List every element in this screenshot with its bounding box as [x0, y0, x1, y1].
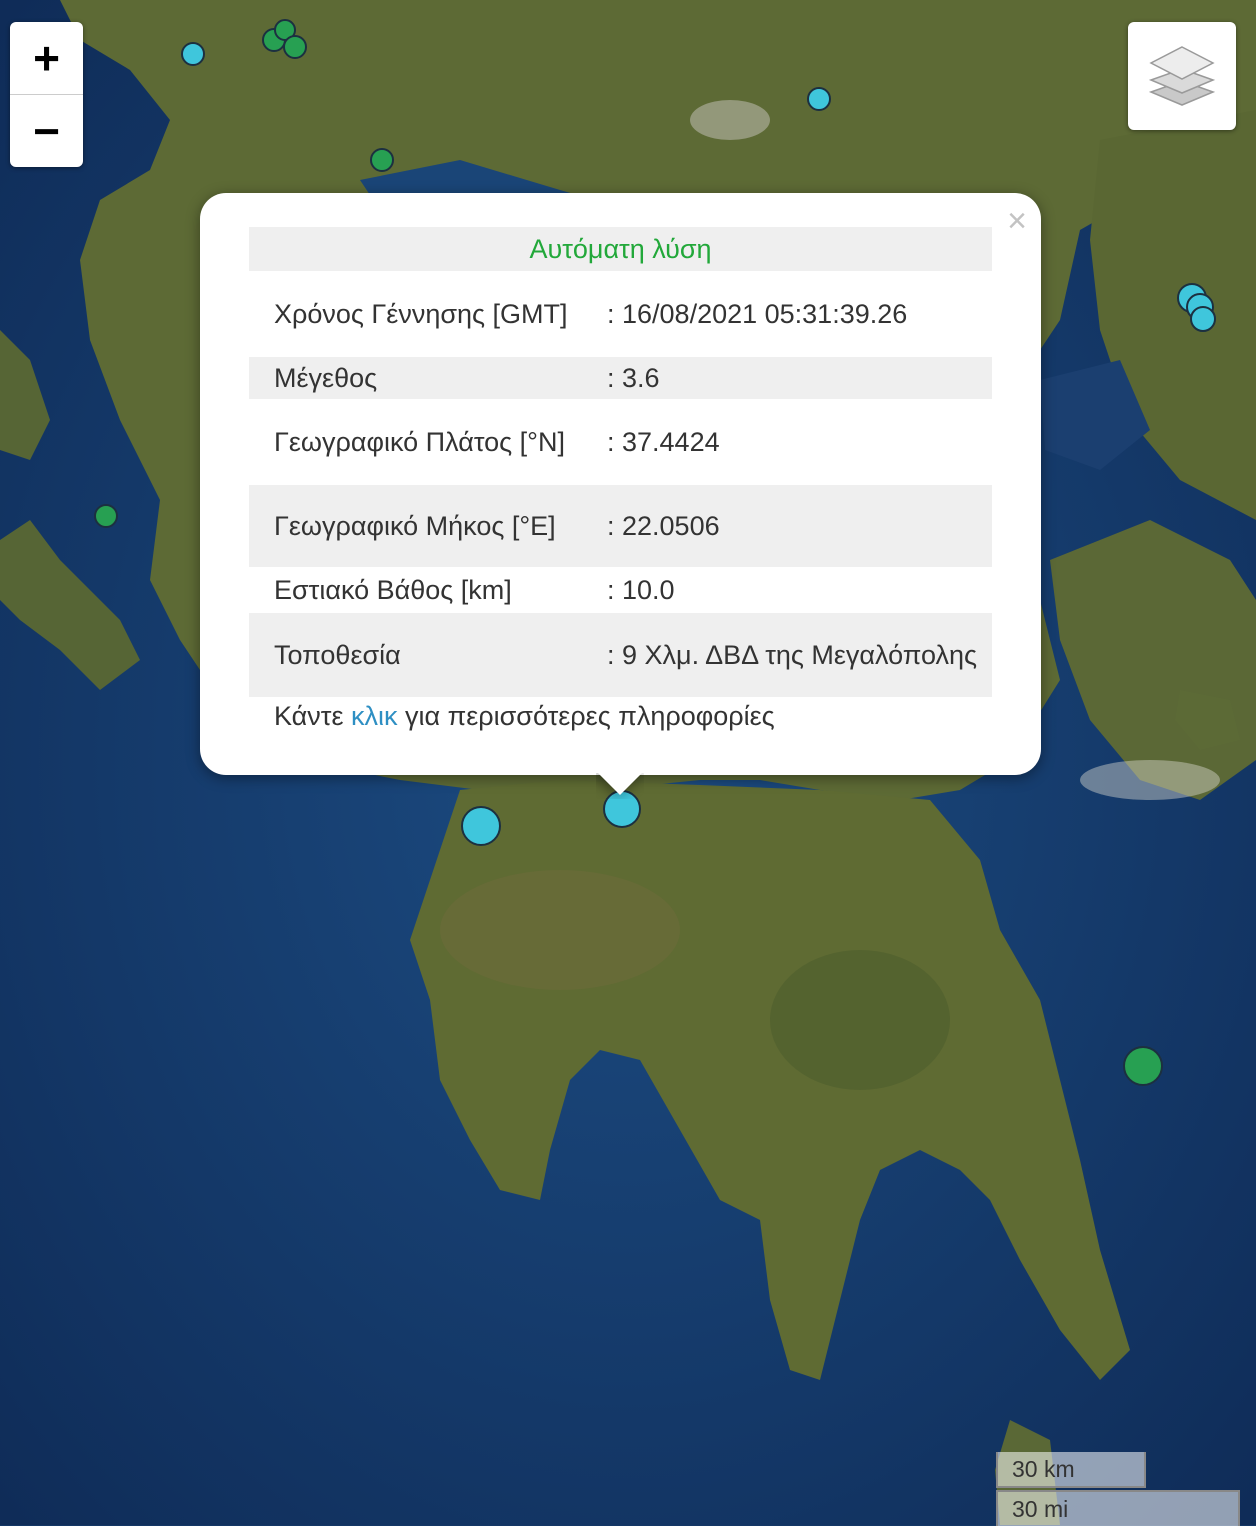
close-icon[interactable]: ×	[1007, 201, 1027, 241]
detail-value: : 10.0	[607, 575, 675, 605]
earthquake-marker[interactable]	[1190, 306, 1216, 332]
detail-label: Εστιακό Βάθος [km]	[274, 575, 512, 605]
popup-title: Αυτόματη λύση	[249, 227, 992, 271]
popup-pointer	[596, 773, 644, 799]
detail-label: Χρόνος Γέννησης [GMT]	[274, 299, 568, 329]
detail-label: Τοποθεσία	[249, 613, 607, 697]
layers-control-button[interactable]	[1128, 22, 1236, 130]
detail-label: Γεωγραφικό Πλάτος [°N]	[274, 427, 565, 457]
earthquake-marker[interactable]	[181, 42, 205, 66]
earthquake-marker[interactable]	[370, 148, 394, 172]
earthquake-details-table: Αυτόματη λύση Χρόνος Γέννησης [GMT] : 16…	[249, 227, 992, 697]
more-info-prefix: Κάντε	[274, 701, 351, 731]
detail-value: : 3.6	[607, 357, 992, 399]
earthquake-marker[interactable]	[807, 87, 831, 111]
zoom-in-button[interactable]: +	[10, 22, 83, 95]
detail-label: Μέγεθος	[249, 357, 607, 399]
earthquake-marker[interactable]	[94, 504, 118, 528]
zoom-out-button[interactable]: −	[10, 95, 83, 167]
earthquake-marker[interactable]	[283, 35, 307, 59]
more-info-text: Κάντε κλικ για περισσότερες πληροφορίες	[274, 701, 775, 732]
scale-mi: 30 mi	[996, 1490, 1240, 1526]
layers-icon	[1149, 46, 1215, 106]
detail-value: : 22.0506	[607, 485, 992, 567]
scale-km: 30 km	[996, 1452, 1146, 1488]
detail-value: : 37.4424	[607, 427, 720, 457]
detail-label: Γεωγραφικό Μήκος [°E]	[249, 485, 607, 567]
more-info-suffix: για περισσότερες πληροφορίες	[397, 701, 775, 731]
detail-value: : 9 Χλμ. ΔΒΔ της Μεγαλόπολης	[607, 613, 992, 697]
zoom-control: + −	[10, 22, 83, 167]
earthquake-info-popup: × Αυτόματη λύση Χρόνος Γέννησης [GMT] : …	[200, 193, 1041, 775]
earthquake-marker[interactable]	[1123, 1046, 1163, 1086]
detail-value: : 16/08/2021 05:31:39.26	[607, 299, 908, 329]
more-info-link[interactable]: κλικ	[351, 701, 398, 731]
earthquake-marker[interactable]	[461, 806, 501, 846]
